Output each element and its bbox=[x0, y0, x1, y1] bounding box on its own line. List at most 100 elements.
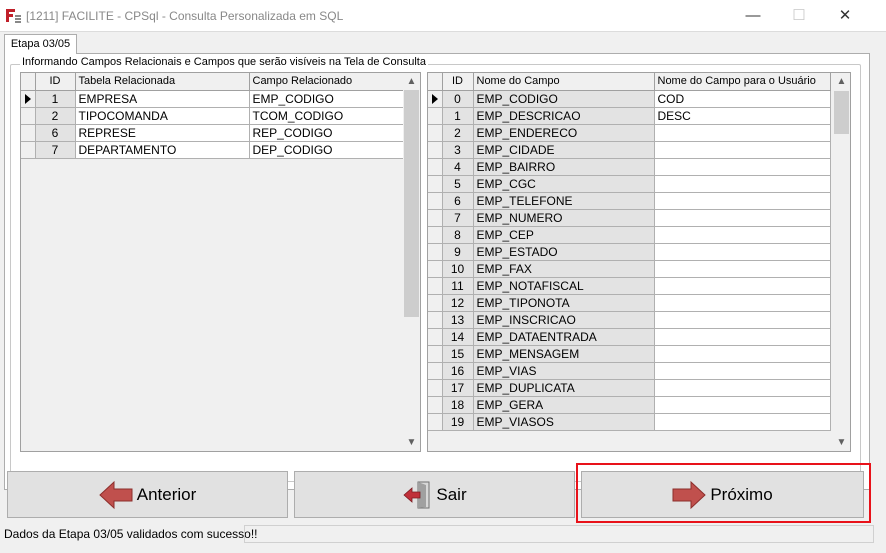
cell-id[interactable]: 17 bbox=[442, 379, 474, 397]
cell-id[interactable]: 9 bbox=[442, 243, 474, 261]
cell-field-name[interactable]: EMP_CODIGO bbox=[473, 90, 655, 108]
cell-id[interactable]: 0 bbox=[442, 90, 474, 108]
scroll-down-icon[interactable]: ▼ bbox=[833, 434, 850, 451]
minimize-button[interactable]: — bbox=[730, 4, 776, 28]
header-id[interactable]: ID bbox=[442, 73, 474, 91]
cell-field-name[interactable]: EMP_CEP bbox=[473, 226, 655, 244]
table-row[interactable]: 6 EMP_TELEFONE bbox=[428, 192, 831, 210]
cell-user-field-name[interactable] bbox=[654, 413, 831, 431]
table-row[interactable]: 6 REPRESE REP_CODIGO bbox=[21, 124, 405, 142]
cell-field-name[interactable]: EMP_VIAS bbox=[473, 362, 655, 380]
table-row[interactable]: 9 EMP_ESTADO bbox=[428, 243, 831, 261]
cell-id[interactable]: 15 bbox=[442, 345, 474, 363]
cell-id[interactable]: 2 bbox=[442, 124, 474, 142]
cell-field-name[interactable]: EMP_ENDERECO bbox=[473, 124, 655, 142]
table-row[interactable]: 8 EMP_CEP bbox=[428, 226, 831, 244]
cell-field-name[interactable]: EMP_ESTADO bbox=[473, 243, 655, 261]
cell-id[interactable]: 7 bbox=[35, 141, 76, 159]
related-tables-grid[interactable]: ID Tabela Relacionada Campo Relacionado … bbox=[20, 72, 421, 452]
cell-field-name[interactable]: EMP_VIASOS bbox=[473, 413, 655, 431]
cell-user-field-name[interactable] bbox=[654, 345, 831, 363]
cell-user-field-name[interactable]: COD bbox=[654, 90, 831, 108]
cell-user-field-name[interactable] bbox=[654, 209, 831, 227]
cell-related-table[interactable]: TIPOCOMANDA bbox=[75, 107, 250, 125]
scrollbar-thumb[interactable] bbox=[404, 90, 419, 317]
cell-id[interactable]: 6 bbox=[442, 192, 474, 210]
left-grid-scrollbar[interactable]: ▲ ▼ bbox=[403, 73, 420, 451]
cell-field-name[interactable]: EMP_DESCRICAO bbox=[473, 107, 655, 125]
cell-user-field-name[interactable] bbox=[654, 226, 831, 244]
table-row[interactable]: 18 EMP_GERA bbox=[428, 396, 831, 414]
cell-field-name[interactable]: EMP_NOTAFISCAL bbox=[473, 277, 655, 295]
cell-id[interactable]: 19 bbox=[442, 413, 474, 431]
cell-id[interactable]: 7 bbox=[442, 209, 474, 227]
table-row[interactable]: 5 EMP_CGC bbox=[428, 175, 831, 193]
fields-grid[interactable]: ID Nome do Campo Nome do Campo para o Us… bbox=[427, 72, 851, 452]
cell-user-field-name[interactable] bbox=[654, 141, 831, 159]
table-row[interactable]: 19 EMP_VIASOS bbox=[428, 413, 831, 431]
maximize-button[interactable]: ☐ bbox=[776, 4, 822, 28]
cell-id[interactable]: 1 bbox=[442, 107, 474, 125]
table-row[interactable]: 7 DEPARTAMENTO DEP_CODIGO bbox=[21, 141, 405, 159]
cell-id[interactable]: 14 bbox=[442, 328, 474, 346]
cell-id[interactable]: 6 bbox=[35, 124, 76, 142]
cell-id[interactable]: 5 bbox=[442, 175, 474, 193]
header-related-table[interactable]: Tabela Relacionada bbox=[75, 73, 250, 91]
table-row[interactable]: 2 TIPOCOMANDA TCOM_CODIGO bbox=[21, 107, 405, 125]
header-related-field[interactable]: Campo Relacionado bbox=[249, 73, 405, 91]
cell-id[interactable]: 10 bbox=[442, 260, 474, 278]
table-row[interactable]: 11 EMP_NOTAFISCAL bbox=[428, 277, 831, 295]
cell-id[interactable]: 18 bbox=[442, 396, 474, 414]
cell-field-name[interactable]: EMP_TIPONOTA bbox=[473, 294, 655, 312]
table-row[interactable]: 0 EMP_CODIGO COD bbox=[428, 90, 831, 108]
cell-user-field-name[interactable] bbox=[654, 277, 831, 295]
table-row[interactable]: 1 EMP_DESCRICAO DESC bbox=[428, 107, 831, 125]
cell-field-name[interactable]: EMP_DATAENTRADA bbox=[473, 328, 655, 346]
cell-field-name[interactable]: EMP_FAX bbox=[473, 260, 655, 278]
cell-related-field[interactable]: DEP_CODIGO bbox=[249, 141, 405, 159]
header-user-field-name[interactable]: Nome do Campo para o Usuário bbox=[654, 73, 831, 91]
cell-related-field[interactable]: TCOM_CODIGO bbox=[249, 107, 405, 125]
table-row[interactable]: 2 EMP_ENDERECO bbox=[428, 124, 831, 142]
scroll-up-icon[interactable]: ▲ bbox=[833, 73, 850, 90]
exit-button[interactable]: Sair bbox=[294, 471, 575, 518]
header-field-name[interactable]: Nome do Campo bbox=[473, 73, 655, 91]
scrollbar-thumb[interactable] bbox=[834, 91, 849, 134]
cell-user-field-name[interactable] bbox=[654, 379, 831, 397]
cell-user-field-name[interactable] bbox=[654, 124, 831, 142]
cell-field-name[interactable]: EMP_DUPLICATA bbox=[473, 379, 655, 397]
cell-user-field-name[interactable] bbox=[654, 175, 831, 193]
table-row[interactable]: 12 EMP_TIPONOTA bbox=[428, 294, 831, 312]
cell-related-table[interactable]: DEPARTAMENTO bbox=[75, 141, 250, 159]
table-row[interactable]: 7 EMP_NUMERO bbox=[428, 209, 831, 227]
cell-field-name[interactable]: EMP_MENSAGEM bbox=[473, 345, 655, 363]
table-row[interactable]: 15 EMP_MENSAGEM bbox=[428, 345, 831, 363]
cell-user-field-name[interactable] bbox=[654, 158, 831, 176]
tab-etapa[interactable]: Etapa 03/05 bbox=[4, 34, 77, 54]
cell-id[interactable]: 2 bbox=[35, 107, 76, 125]
cell-id[interactable]: 3 bbox=[442, 141, 474, 159]
cell-id[interactable]: 12 bbox=[442, 294, 474, 312]
table-row[interactable]: 1 EMPRESA EMP_CODIGO bbox=[21, 90, 405, 108]
cell-id[interactable]: 1 bbox=[35, 90, 76, 108]
cell-field-name[interactable]: EMP_TELEFONE bbox=[473, 192, 655, 210]
cell-id[interactable]: 16 bbox=[442, 362, 474, 380]
cell-user-field-name[interactable] bbox=[654, 311, 831, 329]
cell-user-field-name[interactable] bbox=[654, 328, 831, 346]
cell-id[interactable]: 11 bbox=[442, 277, 474, 295]
cell-user-field-name[interactable] bbox=[654, 192, 831, 210]
cell-user-field-name[interactable]: DESC bbox=[654, 107, 831, 125]
cell-field-name[interactable]: EMP_GERA bbox=[473, 396, 655, 414]
scroll-down-icon[interactable]: ▼ bbox=[403, 434, 420, 451]
cell-field-name[interactable]: EMP_BAIRRO bbox=[473, 158, 655, 176]
cell-field-name[interactable]: EMP_CGC bbox=[473, 175, 655, 193]
cell-field-name[interactable]: EMP_CIDADE bbox=[473, 141, 655, 159]
cell-related-field[interactable]: REP_CODIGO bbox=[249, 124, 405, 142]
cell-related-table[interactable]: EMPRESA bbox=[75, 90, 250, 108]
cell-field-name[interactable]: EMP_NUMERO bbox=[473, 209, 655, 227]
cell-user-field-name[interactable] bbox=[654, 294, 831, 312]
cell-user-field-name[interactable] bbox=[654, 260, 831, 278]
table-row[interactable]: 17 EMP_DUPLICATA bbox=[428, 379, 831, 397]
cell-field-name[interactable]: EMP_INSCRICAO bbox=[473, 311, 655, 329]
close-button[interactable]: ✕ bbox=[822, 4, 868, 28]
